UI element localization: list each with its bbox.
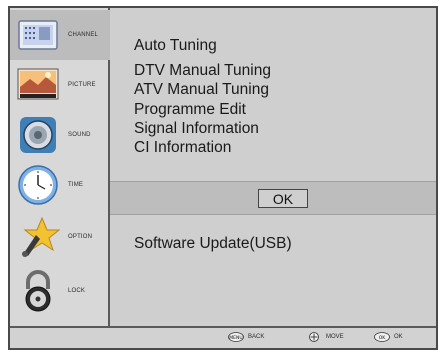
ok-button[interactable]: OK [258, 189, 308, 208]
menu-item-ci-information[interactable]: CI Information [134, 138, 271, 157]
star-wrench-icon [22, 216, 60, 257]
channel-icon [18, 20, 58, 50]
picture-icon [17, 68, 59, 100]
menu-item-programme-edit[interactable]: Programme Edit [134, 100, 271, 119]
sidebar-item-label: LOCK [68, 288, 86, 294]
sidebar-item-label: SOUND [68, 132, 91, 138]
speaker-icon [20, 117, 56, 153]
svg-text:OK: OK [379, 335, 387, 341]
tv-menu-frame: CHANNEL PICTURE SOUND TIME OPTION LOCK A… [8, 6, 438, 350]
sidebar-item-lock[interactable]: LOCK [10, 266, 110, 316]
sidebar-item-channel[interactable]: CHANNEL [10, 10, 110, 60]
sidebar-item-sound[interactable]: SOUND [10, 110, 110, 160]
clock-icon [18, 165, 58, 205]
padlock-icon [25, 270, 51, 312]
channel-menu-panel: Auto Tuning DTV Manual Tuning ATV Manual… [110, 8, 436, 326]
menu-item-atv-manual-tuning[interactable]: ATV Manual Tuning [134, 80, 271, 99]
ok-key-icon: OK [374, 332, 390, 342]
sidebar-item-picture[interactable]: PICTURE [10, 60, 110, 110]
sidebar-item-label: OPTION [68, 234, 93, 240]
sidebar: CHANNEL PICTURE SOUND TIME OPTION LOCK [10, 8, 110, 326]
sidebar-item-time[interactable]: TIME [10, 160, 110, 210]
hint-move-label: MOVE [326, 334, 344, 340]
bottom-hint-bar: MENU BACK MOVE OK OK [10, 326, 436, 348]
menu-key-icon: MENU [228, 332, 244, 342]
hint-ok-label: OK [394, 334, 403, 340]
hint-move: MOVE [306, 332, 344, 342]
hint-ok: OK OK [374, 332, 403, 342]
menu-item-software-update[interactable]: Software Update(USB) [134, 235, 292, 253]
sidebar-item-option[interactable]: OPTION [10, 212, 110, 262]
sidebar-item-label: CHANNEL [68, 32, 99, 38]
menu-item-dtv-manual-tuning[interactable]: DTV Manual Tuning [134, 61, 271, 80]
sidebar-item-label: PICTURE [68, 82, 96, 88]
menu-item-signal-information[interactable]: Signal Information [134, 119, 271, 138]
sidebar-item-label: TIME [68, 182, 84, 188]
channel-menu-list: Auto Tuning DTV Manual Tuning ATV Manual… [134, 36, 271, 157]
menu-item-auto-tuning[interactable]: Auto Tuning [134, 36, 271, 55]
highlight-bar: OK [110, 181, 436, 215]
hint-back-label: BACK [248, 334, 265, 340]
hint-back: MENU BACK [228, 332, 264, 342]
svg-text:MENU: MENU [229, 335, 242, 341]
move-icon [309, 332, 319, 342]
